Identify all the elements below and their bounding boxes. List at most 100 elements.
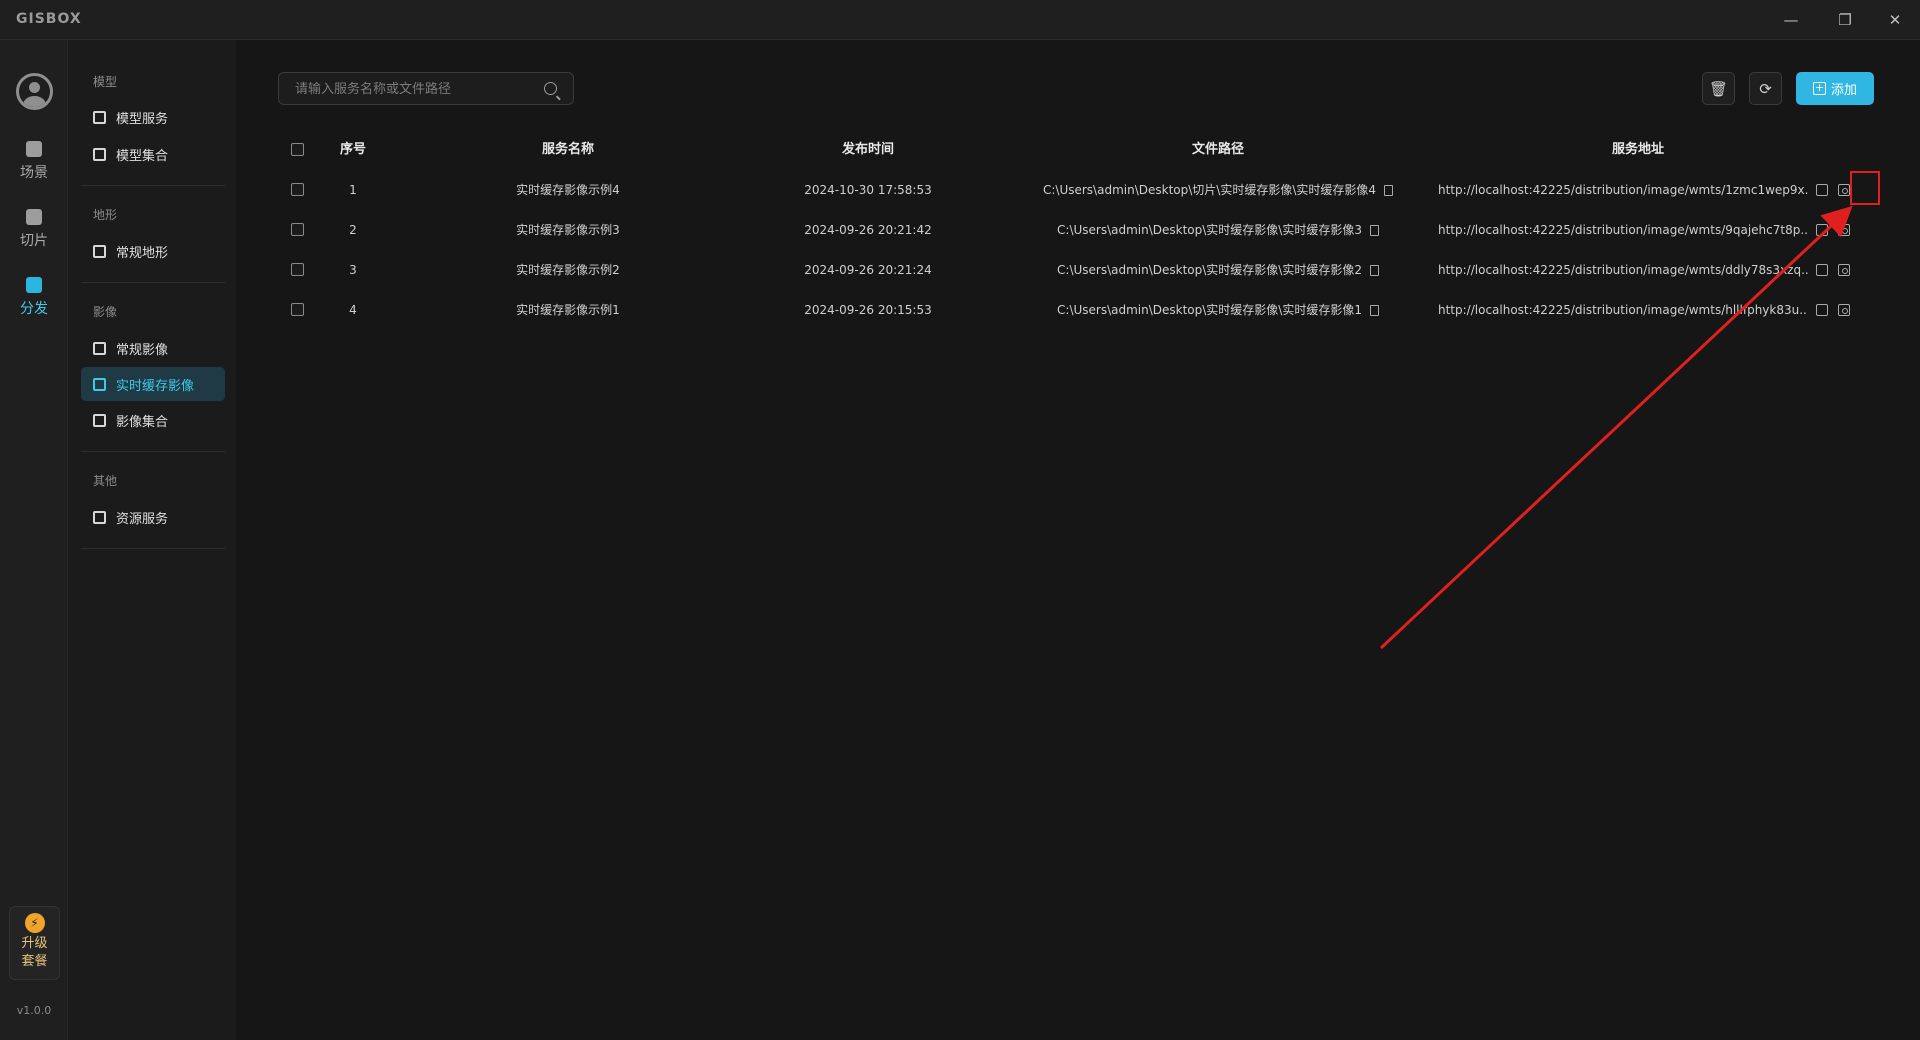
sidebar-item-imagery-collection[interactable]: 影像集合 xyxy=(81,403,225,437)
add-button-label: 添加 xyxy=(1830,83,1857,98)
rail-item-scene[interactable]: 场景 xyxy=(0,133,68,189)
sidebar-item-regular-terrain[interactable]: 常规地形 xyxy=(81,234,225,268)
table-row: 3 实时缓存影像示例2 2024-09-26 20:21:24 C:\Users… xyxy=(278,250,1874,290)
search-icon[interactable] xyxy=(544,82,557,95)
row-path-cell: C:\Users\admin\Desktop\实时缓存影像\实时缓存影像1 xyxy=(1008,290,1428,330)
row-path-cell: C:\Users\admin\Desktop\实时缓存影像\实时缓存影像3 xyxy=(1008,210,1428,250)
rail-item-label: 切片 xyxy=(20,232,48,249)
bolt-icon: ⚡ xyxy=(24,913,45,933)
copy-icon[interactable] xyxy=(1816,224,1828,236)
model-icon xyxy=(93,147,106,161)
close-button[interactable]: ✕ xyxy=(1872,0,1918,40)
select-all-checkbox[interactable] xyxy=(291,143,304,156)
image-icon xyxy=(93,341,106,355)
app-logo: GISBOX xyxy=(16,11,82,27)
image-icon xyxy=(93,413,106,427)
minimize-button[interactable]: — xyxy=(1768,0,1814,40)
file-icon[interactable] xyxy=(1369,305,1379,316)
row-index: 4 xyxy=(349,303,357,317)
row-path: C:\Users\admin\Desktop\实时缓存影像\实时缓存影像2 xyxy=(1057,263,1362,277)
row-checkbox[interactable] xyxy=(291,183,304,196)
table-row: 4 实时缓存影像示例1 2024-09-26 20:15:53 C:\Users… xyxy=(278,290,1874,330)
row-time: 2024-09-26 20:21:42 xyxy=(804,223,932,237)
resource-icon xyxy=(93,510,106,524)
copy-icon[interactable] xyxy=(1816,184,1828,196)
row-url: http://localhost:42225/distribution/imag… xyxy=(1438,183,1808,197)
row-name: 实时缓存影像示例3 xyxy=(516,223,620,237)
refresh-button[interactable]: ⟳ xyxy=(1749,72,1782,105)
row-path-cell: C:\Users\admin\Desktop\实时缓存影像\实时缓存影像2 xyxy=(1008,250,1428,290)
divider xyxy=(81,548,225,549)
delete-button[interactable]: 🗑 xyxy=(1702,72,1735,105)
row-time: 2024-09-26 20:15:53 xyxy=(804,303,932,317)
sidebar-item-label: 资源服务 xyxy=(116,511,169,527)
group-title-imagery: 影像 xyxy=(93,305,118,319)
preview-icon[interactable] xyxy=(1838,184,1850,196)
sidebar-item-regular-imagery[interactable]: 常规影像 xyxy=(81,331,225,365)
row-path: C:\Users\admin\Desktop\实时缓存影像\实时缓存影像1 xyxy=(1057,303,1362,317)
file-icon[interactable] xyxy=(1384,185,1393,196)
header-index: 序号 xyxy=(339,142,366,157)
avatar[interactable] xyxy=(16,73,53,110)
file-icon[interactable] xyxy=(1369,265,1379,276)
header-name: 服务名称 xyxy=(541,142,594,157)
divider xyxy=(81,282,225,283)
search-input[interactable] xyxy=(295,79,525,99)
close-icon: ✕ xyxy=(1888,11,1902,29)
divider xyxy=(81,185,225,186)
slice-icon xyxy=(26,208,42,225)
header-time: 发布时间 xyxy=(841,142,894,157)
divider xyxy=(81,451,225,452)
sidebar-item-realtime-cache-imagery[interactable]: 实时缓存影像 xyxy=(81,367,225,401)
search-box xyxy=(278,72,574,105)
rail-item-distribute[interactable]: 分发 xyxy=(0,269,68,325)
header-path: 文件路径 xyxy=(1191,142,1244,157)
preview-icon[interactable] xyxy=(1838,264,1850,276)
add-button[interactable]: + 添加 xyxy=(1796,72,1874,105)
main-content: 🗑 ⟳ + 添加 序号 服务名称 发布时间 文件路径 服务地址 1 实时缓存影像… xyxy=(236,40,1920,1040)
row-url: http://localhost:42225/distribution/imag… xyxy=(1438,223,1808,237)
home-icon xyxy=(26,140,42,157)
terrain-icon xyxy=(93,244,106,258)
row-name: 实时缓存影像示例2 xyxy=(516,263,620,277)
row-index: 2 xyxy=(349,223,357,237)
copy-icon[interactable] xyxy=(1816,304,1828,316)
row-checkbox[interactable] xyxy=(291,263,304,276)
highlight-box xyxy=(1850,171,1880,205)
sidebar-item-model-collection[interactable]: 模型集合 xyxy=(81,137,225,171)
row-path-cell: C:\Users\admin\Desktop\切片\实时缓存影像\实时缓存影像4 xyxy=(1008,170,1428,210)
row-index: 1 xyxy=(349,183,357,197)
distribute-icon xyxy=(26,276,42,293)
rail-item-slice[interactable]: 切片 xyxy=(0,201,68,257)
row-name: 实时缓存影像示例1 xyxy=(516,303,620,317)
group-title-model: 模型 xyxy=(93,75,118,89)
sidebar-item-label: 影像集合 xyxy=(116,414,169,430)
title-bar: GISBOX — ❐ ✕ xyxy=(0,0,1920,40)
upgrade-plan-button[interactable]: ⚡ 升级 套餐 xyxy=(9,906,60,980)
row-checkbox[interactable] xyxy=(291,223,304,236)
rail-item-label: 场景 xyxy=(20,164,48,181)
sidebar-item-label: 实时缓存影像 xyxy=(116,378,195,394)
restore-icon: ❐ xyxy=(1838,11,1852,29)
row-url: http://localhost:42225/distribution/imag… xyxy=(1438,303,1808,317)
preview-icon[interactable] xyxy=(1838,224,1850,236)
model-icon xyxy=(93,110,106,124)
sidebar-item-label: 模型服务 xyxy=(116,111,169,127)
icon-rail: 场景 切片 分发 ⚡ 升级 套餐 v1.0.0 xyxy=(0,40,68,1040)
sidebar-item-resource-service[interactable]: 资源服务 xyxy=(81,500,225,534)
upgrade-label-line2: 套餐 xyxy=(21,954,48,969)
header-url: 服务地址 xyxy=(1611,142,1664,157)
rail-item-label: 分发 xyxy=(20,300,48,317)
sidebar-item-model-service[interactable]: 模型服务 xyxy=(81,100,225,134)
sidebar-item-label: 常规影像 xyxy=(116,342,169,358)
table-row: 2 实时缓存影像示例3 2024-09-26 20:21:42 C:\Users… xyxy=(278,210,1874,250)
preview-icon[interactable] xyxy=(1838,304,1850,316)
table-header: 序号 服务名称 发布时间 文件路径 服务地址 xyxy=(278,130,1874,170)
restore-button[interactable]: ❐ xyxy=(1822,0,1868,40)
plus-icon: + xyxy=(1812,81,1826,95)
trash-icon: 🗑 xyxy=(1708,79,1729,98)
copy-icon[interactable] xyxy=(1816,264,1828,276)
row-checkbox[interactable] xyxy=(291,303,304,316)
group-title-other: 其他 xyxy=(93,474,118,488)
file-icon[interactable] xyxy=(1369,225,1379,236)
